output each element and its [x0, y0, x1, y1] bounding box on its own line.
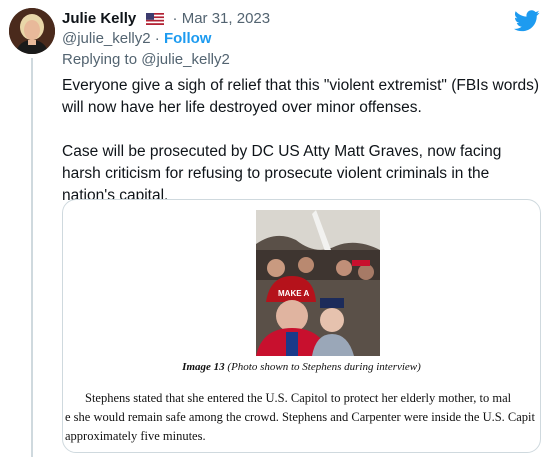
replying-prefix: Replying to [62, 51, 138, 68]
handle-row: @julie_kelly2 · Follow [62, 29, 211, 49]
tweet-header: Julie Kelly · Mar 31, 2023 [62, 9, 270, 31]
avatar[interactable] [9, 8, 55, 54]
follow-button[interactable]: Follow [164, 30, 212, 47]
caption-label: Image 13 [182, 361, 225, 373]
avatar-image [9, 8, 55, 54]
doc-line-1: Stephens stated that she entered the U.S… [85, 391, 512, 405]
author-handle[interactable]: @julie_kelly2 [62, 30, 151, 47]
replying-to: Replying to @julie_kelly2 [62, 50, 230, 70]
thread-line [31, 58, 33, 457]
us-flag-icon [146, 11, 165, 31]
tweet-paragraph-2: Case will be prosecuted by DC US Atty Ma… [62, 143, 502, 204]
document-text: Stephens stated that she entered the U.S… [63, 389, 540, 446]
doc-line-3: approximately five minutes. [65, 429, 206, 443]
tweet-date[interactable]: Mar 31, 2023 [182, 10, 270, 27]
tweet-text: Everyone give a sigh of relief that this… [62, 75, 542, 207]
doc-line-2: e she would remain safe among the crowd.… [65, 410, 536, 424]
separator-dot-2: · [154, 30, 160, 47]
photo-hat-text: MAKE A [278, 289, 309, 298]
tweet-paragraph-1: Everyone give a sigh of relief that this… [62, 77, 540, 116]
tweet-media[interactable]: MAKE A Image 13 (Photo shown to Stephens… [62, 199, 541, 453]
caption-text: (Photo shown to Stephens during intervie… [227, 361, 421, 373]
twitter-bird-icon[interactable] [513, 10, 540, 32]
image-caption: Image 13 (Photo shown to Stephens during… [63, 361, 540, 373]
replying-to-handle[interactable]: @julie_kelly2 [141, 51, 230, 68]
photo-image: MAKE A [256, 210, 380, 356]
separator-dot: · [172, 10, 178, 27]
author-name[interactable]: Julie Kelly [62, 10, 136, 27]
